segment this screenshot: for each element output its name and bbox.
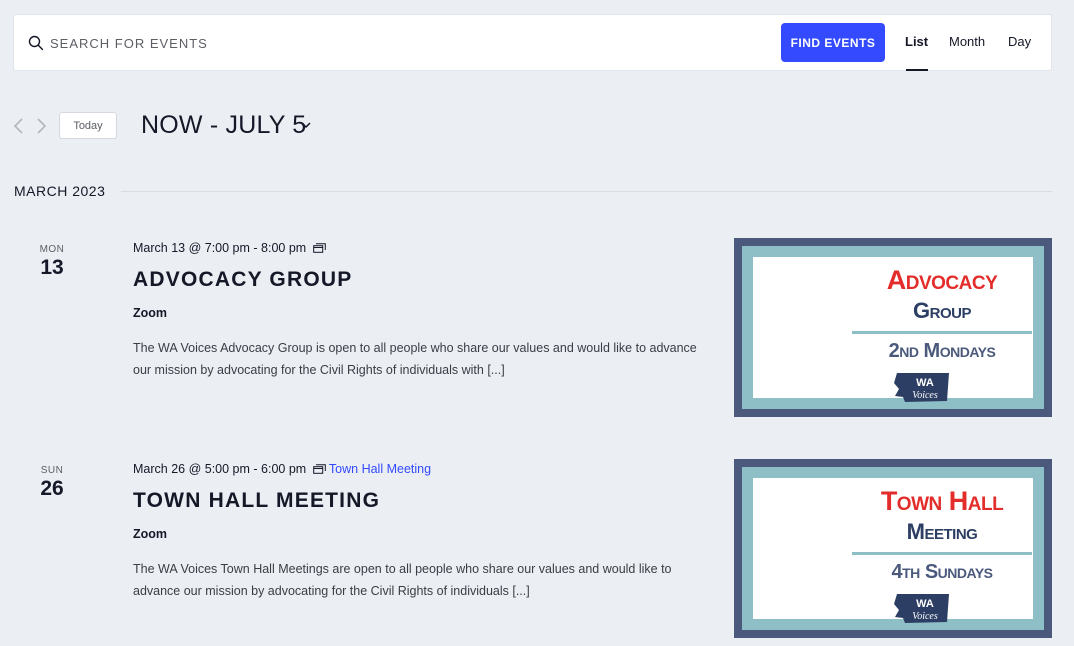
image-subtitle-line: Group	[913, 298, 971, 323]
search-input[interactable]	[50, 29, 550, 57]
date-range-title[interactable]: NOW - JULY 5	[141, 111, 306, 140]
chevron-left-icon[interactable]	[12, 117, 26, 135]
event-day-number: 26	[40, 477, 64, 500]
svg-text:WA: WA	[916, 598, 934, 610]
event-item: MON 13 March 13 @ 7:00 pm - 8:00 pm ADVO…	[0, 238, 1074, 438]
svg-text:WA: WA	[916, 377, 934, 389]
svg-text:Voices: Voices	[912, 611, 938, 622]
image-divider	[852, 552, 1032, 555]
image-divider	[852, 331, 1032, 334]
event-title-link[interactable]: TOWN HALL MEETING	[133, 489, 380, 513]
chevron-down-icon[interactable]	[300, 120, 312, 130]
image-title-line: Town Hall	[880, 486, 1004, 516]
month-separator-rule	[121, 191, 1052, 192]
view-tab-day[interactable]: Day	[1008, 34, 1031, 49]
today-button[interactable]: Today	[59, 112, 117, 139]
event-series-link[interactable]: Town Hall Meeting	[329, 462, 431, 476]
image-title-line: Advocacy	[886, 265, 998, 295]
image-schedule-line: 4th Sundays	[891, 561, 993, 583]
image-border: Advocacy Group 2nd Mondays WA Voices	[742, 246, 1044, 409]
active-view-indicator	[906, 69, 928, 71]
event-featured-image[interactable]: Advocacy Group 2nd Mondays WA Voices	[734, 238, 1052, 417]
events-search-bar: FIND EVENTS List Month Day	[13, 14, 1052, 71]
event-featured-image[interactable]: Town Hall Meeting 4th Sundays WA Voices	[734, 459, 1052, 638]
recurring-event-icon	[312, 464, 326, 474]
event-description: The WA Voices Advocacy Group is open to …	[133, 341, 697, 377]
image-schedule-line: 2nd Mondays	[888, 340, 996, 362]
chevron-right-icon[interactable]	[34, 117, 48, 135]
event-description: The WA Voices Town Hall Meetings are ope…	[133, 562, 672, 598]
image-panel: Advocacy Group 2nd Mondays WA Voices	[753, 257, 1033, 402]
event-day-of-week: SUN	[40, 465, 64, 476]
event-venue: Zoom	[133, 306, 168, 320]
svg-text:Voices: Voices	[912, 390, 938, 401]
event-datetime-text: March 13 @ 7:00 pm - 8:00 pm	[133, 241, 307, 255]
month-separator-label: MARCH 2023	[14, 183, 106, 199]
event-day-of-week: MON	[39, 244, 65, 255]
event-item: SUN 26 March 26 @ 5:00 pm - 6:00 pm Town…	[0, 459, 1074, 646]
recurring-event-icon	[312, 243, 326, 253]
wa-voices-logo: WA Voices	[894, 373, 949, 402]
view-tab-list[interactable]: List	[905, 34, 928, 49]
search-icon	[28, 35, 44, 51]
image-panel: Town Hall Meeting 4th Sundays WA Voices	[753, 478, 1033, 623]
event-datetime: March 13 @ 7:00 pm - 8:00 pm	[133, 241, 326, 255]
event-day-number: 13	[40, 256, 64, 279]
view-tab-month[interactable]: Month	[949, 34, 985, 49]
find-events-button[interactable]: FIND EVENTS	[781, 23, 885, 62]
image-subtitle-line: Meeting	[906, 519, 978, 544]
event-venue: Zoom	[133, 527, 168, 541]
event-title-link[interactable]: ADVOCACY GROUP	[133, 268, 352, 292]
wa-voices-logo: WA Voices	[894, 594, 949, 623]
event-datetime-text: March 26 @ 5:00 pm - 6:00 pm	[133, 462, 307, 476]
image-border: Town Hall Meeting 4th Sundays WA Voices	[742, 467, 1044, 630]
event-datetime: March 26 @ 5:00 pm - 6:00 pm Town Hall M…	[133, 462, 431, 476]
